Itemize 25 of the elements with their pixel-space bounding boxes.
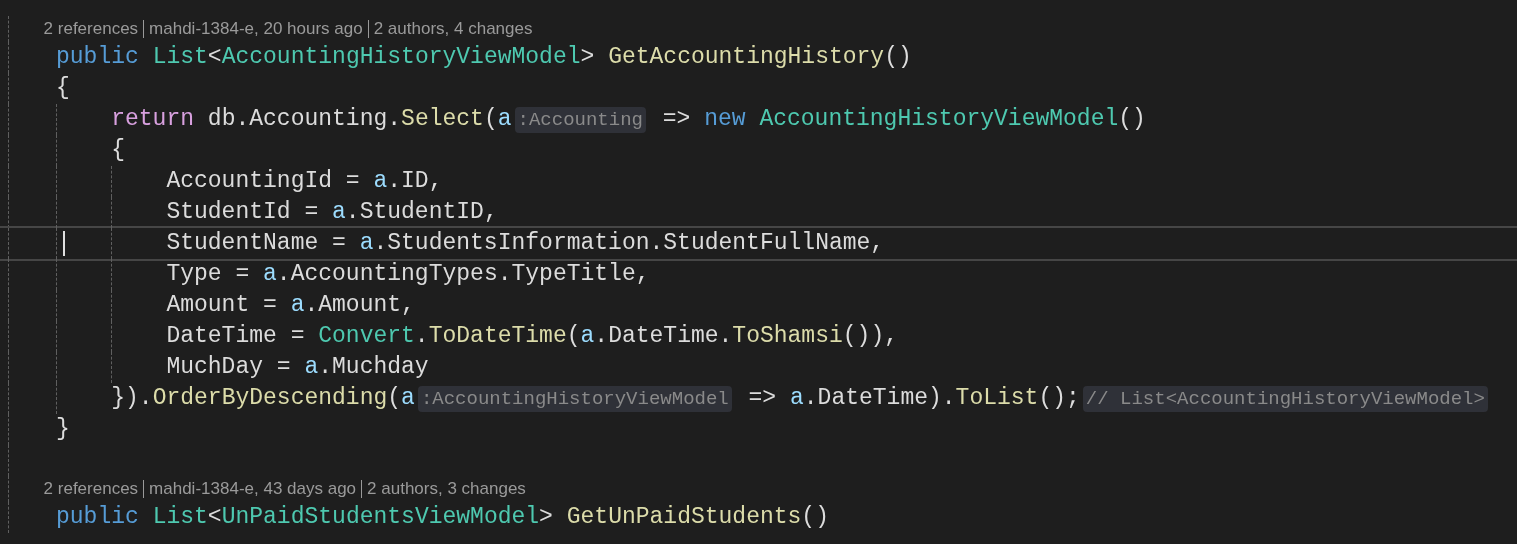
code-lens-link[interactable]: mahdi-1384-e, 20 hours ago (149, 19, 363, 38)
inlay-hint: :AccountingHistoryViewModel (417, 385, 732, 412)
code-text: } (56, 415, 70, 445)
code-text: }).OrderByDescending(a (111, 384, 415, 414)
code-text: { (111, 136, 125, 166)
code-text: { (56, 74, 70, 104)
code-text: AccountingId = a.ID, (166, 167, 443, 197)
code-text: Type = a.AccountingTypes.TypeTitle, (166, 260, 650, 290)
code-lens-link[interactable]: 2 references (43, 479, 139, 498)
code-text: => new AccountingHistoryViewModel() (661, 105, 1146, 135)
code-text: MuchDay = a.Muchday (166, 353, 429, 383)
code-lens-link[interactable]: 2 authors, 4 changes (373, 19, 533, 38)
code-text: Amount = a.Amount, (166, 291, 415, 321)
code-text: StudentId = a.StudentID, (166, 198, 498, 228)
code-lens-link[interactable]: 2 references (43, 19, 139, 38)
code-text: StudentName = a.StudentsInformation.StudentFullName, (166, 229, 885, 259)
code-lens-link[interactable]: 2 authors, 3 changes (367, 479, 526, 498)
code-text: => a.DateTime).ToList(); (747, 384, 1080, 414)
code-lens-link[interactable]: mahdi-1384-e, 43 days ago (149, 479, 357, 498)
inlay-hint: :Accounting (514, 106, 646, 133)
code-text: public List<AccountingHistoryViewModel> GetAccountingHistory() (56, 43, 912, 73)
code-text: return db.Accounting.Select(a (111, 105, 512, 135)
inlay-hint: // List<AccountingHistoryViewModel> (1082, 385, 1488, 412)
code-text: public List<UnPaidStudentsViewModel> GetUnPaidStudents() (56, 503, 829, 533)
code-text: DateTime = Convert.ToDateTime(a.DateTime.ToShamsi()), (166, 322, 898, 352)
